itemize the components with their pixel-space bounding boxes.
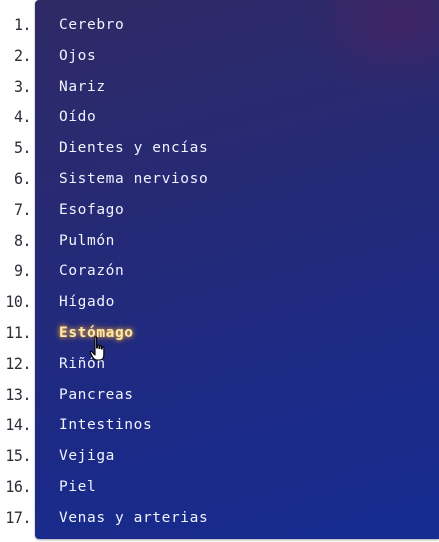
item-number: 11. (5, 323, 31, 343)
list-item-nariz[interactable]: Nariz (59, 72, 208, 103)
item-number: 17. (5, 508, 31, 528)
list-item-sistema-nervioso[interactable]: Sistema nervioso (59, 164, 208, 195)
item-number: 16. (5, 477, 31, 497)
list-item-vejiga[interactable]: Vejiga (59, 441, 208, 472)
list-item-corazon[interactable]: Corazón (59, 256, 208, 287)
item-number: 9. (13, 261, 32, 281)
organ-list-panel: Cerebro Ojos Nariz Oído Dientes y encías… (35, 0, 439, 539)
item-number: 15. (5, 446, 31, 466)
item-number: 14. (5, 415, 31, 435)
item-number: 2. (13, 46, 32, 66)
list-item-cerebro[interactable]: Cerebro (59, 10, 208, 41)
number-column: 1. 2. 3. 4. 5. 6. 7. 8. 9. 10. 11. 12. 1… (0, 10, 34, 534)
item-number: 1. (13, 15, 32, 35)
item-number: 8. (13, 231, 32, 251)
item-number: 12. (5, 354, 31, 374)
menu-screen: 1. 2. 3. 4. 5. 6. 7. 8. 9. 10. 11. 12. 1… (0, 0, 439, 542)
item-number: 4. (13, 107, 32, 127)
item-number: 3. (13, 77, 32, 97)
list-item-venas-y-arterias[interactable]: Venas y arterias (59, 503, 208, 534)
list-item-ojos[interactable]: Ojos (59, 41, 208, 72)
list-item-intestinos[interactable]: Intestinos (59, 410, 208, 441)
item-number: 10. (5, 292, 31, 312)
list-item-piel[interactable]: Piel (59, 472, 208, 503)
item-number: 13. (5, 385, 31, 404)
list-item-pancreas[interactable]: Pancreas (59, 380, 208, 411)
item-number: 7. (13, 200, 32, 220)
list-item-esofago[interactable]: Esofago (59, 195, 208, 226)
list-item-rinon[interactable]: Riñón (59, 349, 208, 380)
organ-list: Cerebro Ojos Nariz Oído Dientes y encías… (59, 10, 208, 534)
list-item-oido[interactable]: Oído (59, 102, 208, 133)
item-number: 6. (13, 169, 32, 189)
list-item-higado[interactable]: Hígado (59, 287, 208, 318)
list-item-estomago[interactable]: Estómago (59, 318, 208, 349)
list-item-dientes-y-encias[interactable]: Dientes y encías (59, 133, 208, 164)
list-item-pulmon[interactable]: Pulmón (59, 226, 208, 257)
item-number: 5. (13, 138, 32, 158)
